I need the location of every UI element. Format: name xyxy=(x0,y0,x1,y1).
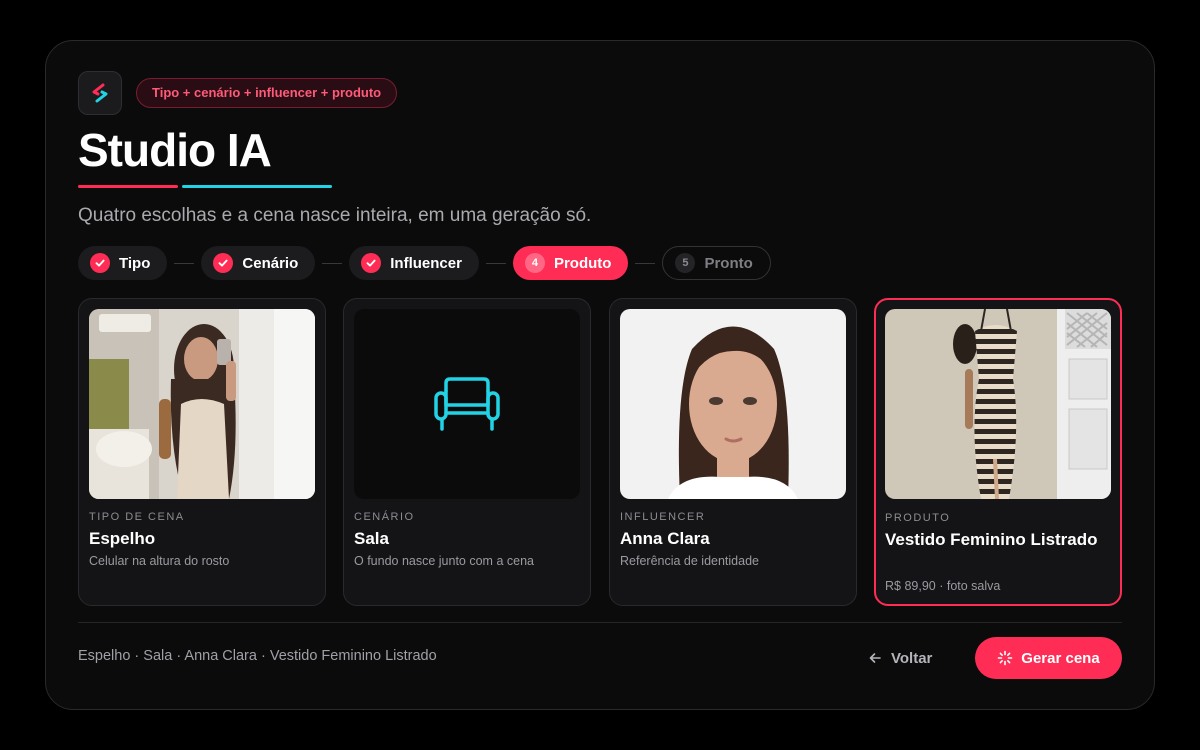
card-title: Sala xyxy=(354,529,389,548)
card-description: R$ 89,90 · foto salva xyxy=(885,579,1001,593)
card-kicker: PRODUTO xyxy=(885,512,951,524)
card-description: O fundo nasce junto com a cena xyxy=(354,554,534,568)
card-title: Vestido Feminino Listrado xyxy=(885,530,1098,549)
step-number: 4 xyxy=(524,253,545,273)
step-label: Tipo xyxy=(119,254,151,272)
stepper: Tipo Cenário Influencer 4 Produto 5 Pron… xyxy=(78,246,771,280)
step-cenario[interactable]: Cenário xyxy=(201,246,316,280)
product-image xyxy=(885,309,1111,499)
influencer-card[interactable]: INFLUENCER Anna Clara Referência de iden… xyxy=(609,298,857,606)
step-connector xyxy=(635,262,656,264)
arrow-left-icon xyxy=(868,651,882,665)
step-produto[interactable]: 4 Produto xyxy=(512,246,629,280)
step-tipo[interactable]: Tipo xyxy=(78,246,168,280)
check-icon xyxy=(361,253,382,273)
scenario-preview xyxy=(354,309,580,499)
generate-button-label: Gerar cena xyxy=(1021,649,1100,667)
back-button-label: Voltar xyxy=(891,649,933,667)
generate-scene-button[interactable]: Gerar cena xyxy=(975,637,1122,679)
title-underline-red xyxy=(78,185,178,188)
check-icon xyxy=(90,253,110,273)
mirror-selfie-image xyxy=(89,309,315,499)
step-influencer[interactable]: Influencer xyxy=(349,246,479,280)
step-label: Influencer xyxy=(390,254,462,272)
title-underline-cyan xyxy=(182,185,332,188)
scenario-card[interactable]: CENÁRIO Sala O fundo nasce junto com a c… xyxy=(343,298,591,606)
step-connector xyxy=(485,262,506,264)
page-title: Studio IA xyxy=(78,124,272,176)
card-kicker: TIPO DE CENA xyxy=(89,511,185,523)
app-logo xyxy=(78,71,122,115)
step-label: Pronto xyxy=(704,254,753,272)
step-connector xyxy=(174,262,195,264)
card-title: Anna Clara xyxy=(620,529,710,548)
card-description: Referência de identidade xyxy=(620,554,759,568)
back-button[interactable]: Voltar xyxy=(868,644,932,672)
step-number: 5 xyxy=(675,253,696,273)
logo-icon xyxy=(92,83,108,103)
mode-badge: Tipo + cenário + influencer + produto xyxy=(136,78,398,108)
card-kicker: CENÁRIO xyxy=(354,511,415,523)
step-pronto[interactable]: 5 Pronto xyxy=(662,246,771,280)
card-kicker: INFLUENCER xyxy=(620,511,706,523)
product-card[interactable]: PRODUTO Vestido Feminino Listrado R$ 89,… xyxy=(874,298,1122,606)
scene-type-card[interactable]: TIPO DE CENA Espelho Celular na altura d… xyxy=(78,298,326,606)
step-connector xyxy=(322,262,343,264)
card-title: Espelho xyxy=(89,529,156,548)
selection-summary: Espelho · Sala · Anna Clara · Vestido Fe… xyxy=(78,648,437,664)
step-label: Cenário xyxy=(242,254,299,272)
sofa-icon xyxy=(434,377,500,431)
step-label: Produto xyxy=(553,254,612,272)
page-subtitle: Quatro escolhas e a cena nasce inteira, … xyxy=(78,205,592,226)
footer-divider xyxy=(78,622,1122,623)
influencer-portrait xyxy=(620,309,846,499)
sparkle-icon xyxy=(997,650,1013,666)
check-icon xyxy=(213,253,234,273)
card-description: Celular na altura do rosto xyxy=(89,554,230,568)
